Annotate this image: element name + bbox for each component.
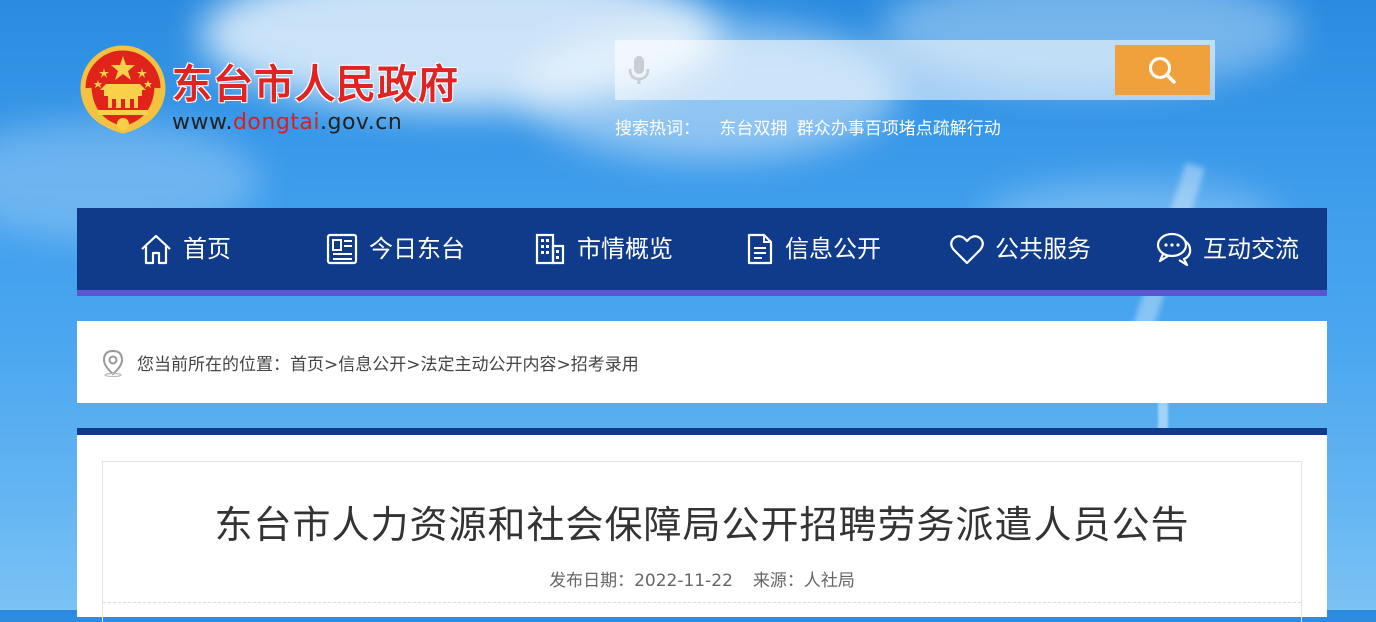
chat-icon bbox=[1156, 232, 1192, 267]
hot-search-words: 搜索热词： 东台双拥 群众办事百项堵点疏解行动 bbox=[615, 114, 1005, 139]
source-value: 人社局 bbox=[803, 571, 855, 591]
nav-item-label: 首页 bbox=[183, 235, 231, 263]
location-pin-icon bbox=[102, 349, 124, 377]
home-icon bbox=[141, 234, 171, 265]
nav-item-label: 市情概览 bbox=[577, 235, 673, 263]
search-icon bbox=[1149, 57, 1176, 84]
publish-date-label: 发布日期： bbox=[549, 571, 635, 591]
breadcrumb: 您当前所在的位置：首页>信息公开>法定主动公开内容>招考录用 bbox=[77, 321, 1327, 403]
nav-item-today[interactable]: 今日东台 bbox=[325, 208, 465, 290]
hot-word-link[interactable]: 群众办事百项堵点疏解行动 bbox=[797, 119, 1001, 139]
publish-date: 2022-11-22 bbox=[634, 571, 733, 591]
breadcrumb-separator: > bbox=[324, 355, 339, 375]
search-button[interactable] bbox=[1115, 45, 1210, 95]
heart-icon bbox=[950, 235, 984, 265]
breadcrumb-separator: > bbox=[406, 355, 421, 375]
main-nav: 首页 今日东台 市情概览 信息公开 公共服务 互动交流 bbox=[77, 208, 1327, 296]
article-container: 东台市人力资源和社会保障局公开招聘劳务派遣人员公告 发布日期：2022-11-2… bbox=[77, 428, 1327, 622]
site-url: www.dongtai.gov.cn bbox=[172, 110, 402, 135]
article: 东台市人力资源和社会保障局公开招聘劳务派遣人员公告 发布日期：2022-11-2… bbox=[102, 461, 1302, 622]
source-label: 来源： bbox=[752, 571, 804, 591]
nav-item-label: 互动交流 bbox=[1203, 235, 1299, 263]
microphone-icon[interactable] bbox=[627, 54, 651, 86]
site-url-domain: dongtai bbox=[232, 110, 321, 135]
nav-item-label: 今日东台 bbox=[369, 235, 465, 263]
nav-item-public-service[interactable]: 公共服务 bbox=[949, 208, 1091, 290]
site-url-prefix: www. bbox=[172, 110, 233, 135]
nav-item-city-overview[interactable]: 市情概览 bbox=[533, 208, 673, 290]
breadcrumb-link-statutory-content[interactable]: 法定主动公开内容 bbox=[421, 355, 557, 375]
newspaper-icon bbox=[326, 233, 358, 265]
breadcrumb-link-home[interactable]: 首页 bbox=[290, 355, 324, 375]
nav-item-label: 公共服务 bbox=[995, 235, 1091, 263]
nav-item-info-disclosure[interactable]: 信息公开 bbox=[745, 208, 881, 290]
nav-item-label: 信息公开 bbox=[785, 235, 881, 263]
national-emblem-icon[interactable] bbox=[78, 44, 168, 136]
breadcrumb-text: 您当前所在的位置：首页>信息公开>法定主动公开内容>招考录用 bbox=[137, 350, 639, 375]
article-meta: 发布日期：2022-11-22 来源：人社局 bbox=[103, 566, 1301, 591]
nav-item-home[interactable]: 首页 bbox=[139, 208, 231, 290]
article-title: 东台市人力资源和社会保障局公开招聘劳务派遣人员公告 bbox=[214, 503, 1190, 547]
search-input[interactable] bbox=[659, 48, 1103, 94]
document-icon bbox=[747, 233, 773, 265]
building-icon bbox=[535, 233, 565, 265]
breadcrumb-separator: > bbox=[556, 355, 571, 375]
article-divider bbox=[103, 602, 1301, 603]
search-box bbox=[615, 40, 1215, 100]
breadcrumb-link-recruitment[interactable]: 招考录用 bbox=[571, 355, 639, 375]
breadcrumb-link-info-disclosure[interactable]: 信息公开 bbox=[338, 355, 406, 375]
nav-item-interaction[interactable]: 互动交流 bbox=[1155, 208, 1299, 290]
site-url-suffix: .gov.cn bbox=[320, 110, 403, 135]
breadcrumb-prefix: 您当前所在的位置： bbox=[137, 355, 290, 375]
hot-search-label: 搜索热词： bbox=[615, 119, 700, 139]
site-title[interactable]: 东台市人民政府 bbox=[172, 52, 459, 110]
hot-word-link[interactable]: 东台双拥 bbox=[719, 119, 787, 139]
